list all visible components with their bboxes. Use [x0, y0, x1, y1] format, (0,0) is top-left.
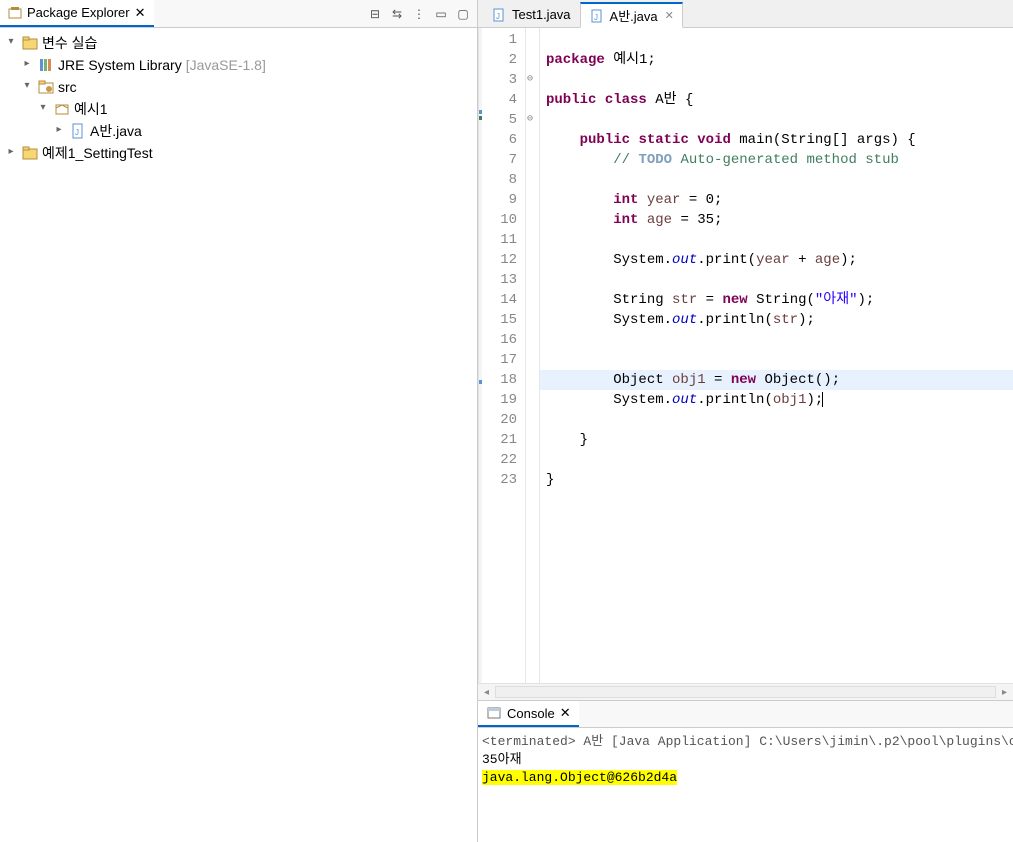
- svg-text:J: J: [496, 12, 500, 21]
- close-icon[interactable]: ✕: [665, 9, 674, 22]
- java-file-icon: J: [491, 7, 507, 23]
- src-folder-icon: [38, 79, 54, 95]
- package-explorer-tab[interactable]: Package Explorer ✕: [0, 0, 154, 27]
- console-tab[interactable]: Console ✕: [478, 701, 579, 727]
- console-output: 35아재 java.lang.Object@626b2d4a: [478, 751, 1013, 787]
- twisty-down-icon[interactable]: ▾: [36, 97, 50, 119]
- editor-tab-active[interactable]: J A반.java ✕: [580, 2, 683, 28]
- close-icon[interactable]: ✕: [560, 705, 571, 721]
- code-editor[interactable]: 1 2 3 4 5 6 7 8 9 10 11 12 13 14 15 16 1…: [478, 28, 1013, 683]
- project-node[interactable]: ▾ 변수 실습: [0, 32, 477, 54]
- collapse-all-icon[interactable]: ⊟: [367, 6, 383, 22]
- twisty-right-icon[interactable]: ▸: [4, 141, 18, 163]
- editor-tab-label: A반.java: [610, 6, 658, 25]
- java-file-label: A반.java: [90, 120, 142, 142]
- twisty-right-icon[interactable]: ▸: [20, 53, 34, 75]
- package-explorer-icon: [8, 6, 22, 20]
- package-icon: [54, 101, 70, 117]
- project-tree[interactable]: ▾ 변수 실습 ▸ JRE System Library [JavaSE-1.8…: [0, 28, 477, 168]
- console-title: Console: [507, 706, 555, 721]
- src-label: src: [58, 76, 77, 98]
- close-icon[interactable]: ✕: [135, 5, 146, 21]
- scroll-left-icon[interactable]: ◂: [478, 687, 495, 698]
- console-line: 35아재: [482, 751, 1009, 769]
- console-body[interactable]: <terminated> A반 [Java Application] C:\Us…: [478, 728, 1013, 842]
- link-editor-icon[interactable]: ⇆: [389, 6, 405, 22]
- project-label: 변수 실습: [42, 32, 97, 54]
- horizontal-scrollbar[interactable]: ◂ ▸: [478, 683, 1013, 700]
- package-explorer-toolbar: ⊟ ⇆ ⋮ ▭ ▢: [367, 6, 477, 22]
- minimize-icon[interactable]: ▭: [433, 6, 449, 22]
- console-status: <terminated> A반 [Java Application] C:\Us…: [478, 728, 1013, 751]
- twisty-down-icon[interactable]: ▾: [20, 75, 34, 97]
- src-node[interactable]: ▾ src: [0, 76, 477, 98]
- editor-tab-label: Test1.java: [512, 7, 571, 22]
- scroll-right-icon[interactable]: ▸: [996, 687, 1013, 698]
- jre-label: JRE System Library: [58, 54, 182, 76]
- java-project-icon: [22, 145, 38, 161]
- twisty-right-icon[interactable]: ▸: [52, 119, 66, 141]
- package-node[interactable]: ▾ 예시1: [0, 98, 477, 120]
- svg-text:J: J: [594, 13, 598, 22]
- maximize-icon[interactable]: ▢: [455, 6, 471, 22]
- package-explorer-panel: Package Explorer ✕ ⊟ ⇆ ⋮ ▭ ▢ ▾ 변수 실습 ▸ J…: [0, 0, 478, 842]
- java-file-node[interactable]: ▸ J A반.java: [0, 120, 477, 142]
- svg-text:J: J: [75, 128, 79, 137]
- java-file-icon: J: [589, 8, 605, 24]
- editor-tabbar: J Test1.java J A반.java ✕: [478, 0, 1013, 28]
- jre-version: [JavaSE-1.8]: [186, 54, 266, 76]
- package-explorer-header: Package Explorer ✕ ⊟ ⇆ ⋮ ▭ ▢: [0, 0, 477, 28]
- console-line-highlight: java.lang.Object@626b2d4a: [482, 769, 1009, 787]
- console-icon: [486, 705, 502, 721]
- project-label: 예제1_SettingTest: [42, 142, 153, 164]
- fold-gutter[interactable]: ⊖ ⊖: [526, 28, 540, 683]
- project-node[interactable]: ▸ 예제1_SettingTest: [0, 142, 477, 164]
- scroll-track[interactable]: [495, 686, 996, 698]
- java-file-icon: J: [70, 123, 86, 139]
- line-number-gutter: 1 2 3 4 5 6 7 8 9 10 11 12 13 14 15 16 1…: [482, 28, 526, 683]
- java-project-icon: [22, 35, 38, 51]
- jre-node[interactable]: ▸ JRE System Library [JavaSE-1.8]: [0, 54, 477, 76]
- console-panel: Console ✕ <terminated> A반 [Java Applicat…: [478, 700, 1013, 842]
- editor-tab[interactable]: J Test1.java: [482, 1, 580, 27]
- package-explorer-title: Package Explorer: [27, 5, 130, 20]
- package-label: 예시1: [74, 98, 108, 120]
- console-header: Console ✕: [478, 701, 1013, 728]
- right-panel: J Test1.java J A반.java ✕ 1 2 3 4 5 6 7 8…: [478, 0, 1013, 842]
- code-body[interactable]: package 예시1; public class A반 { public st…: [540, 28, 1013, 683]
- twisty-down-icon[interactable]: ▾: [4, 31, 18, 53]
- library-icon: [38, 57, 54, 73]
- view-menu-icon[interactable]: ⋮: [411, 6, 427, 22]
- editor-area: J Test1.java J A반.java ✕ 1 2 3 4 5 6 7 8…: [478, 0, 1013, 700]
